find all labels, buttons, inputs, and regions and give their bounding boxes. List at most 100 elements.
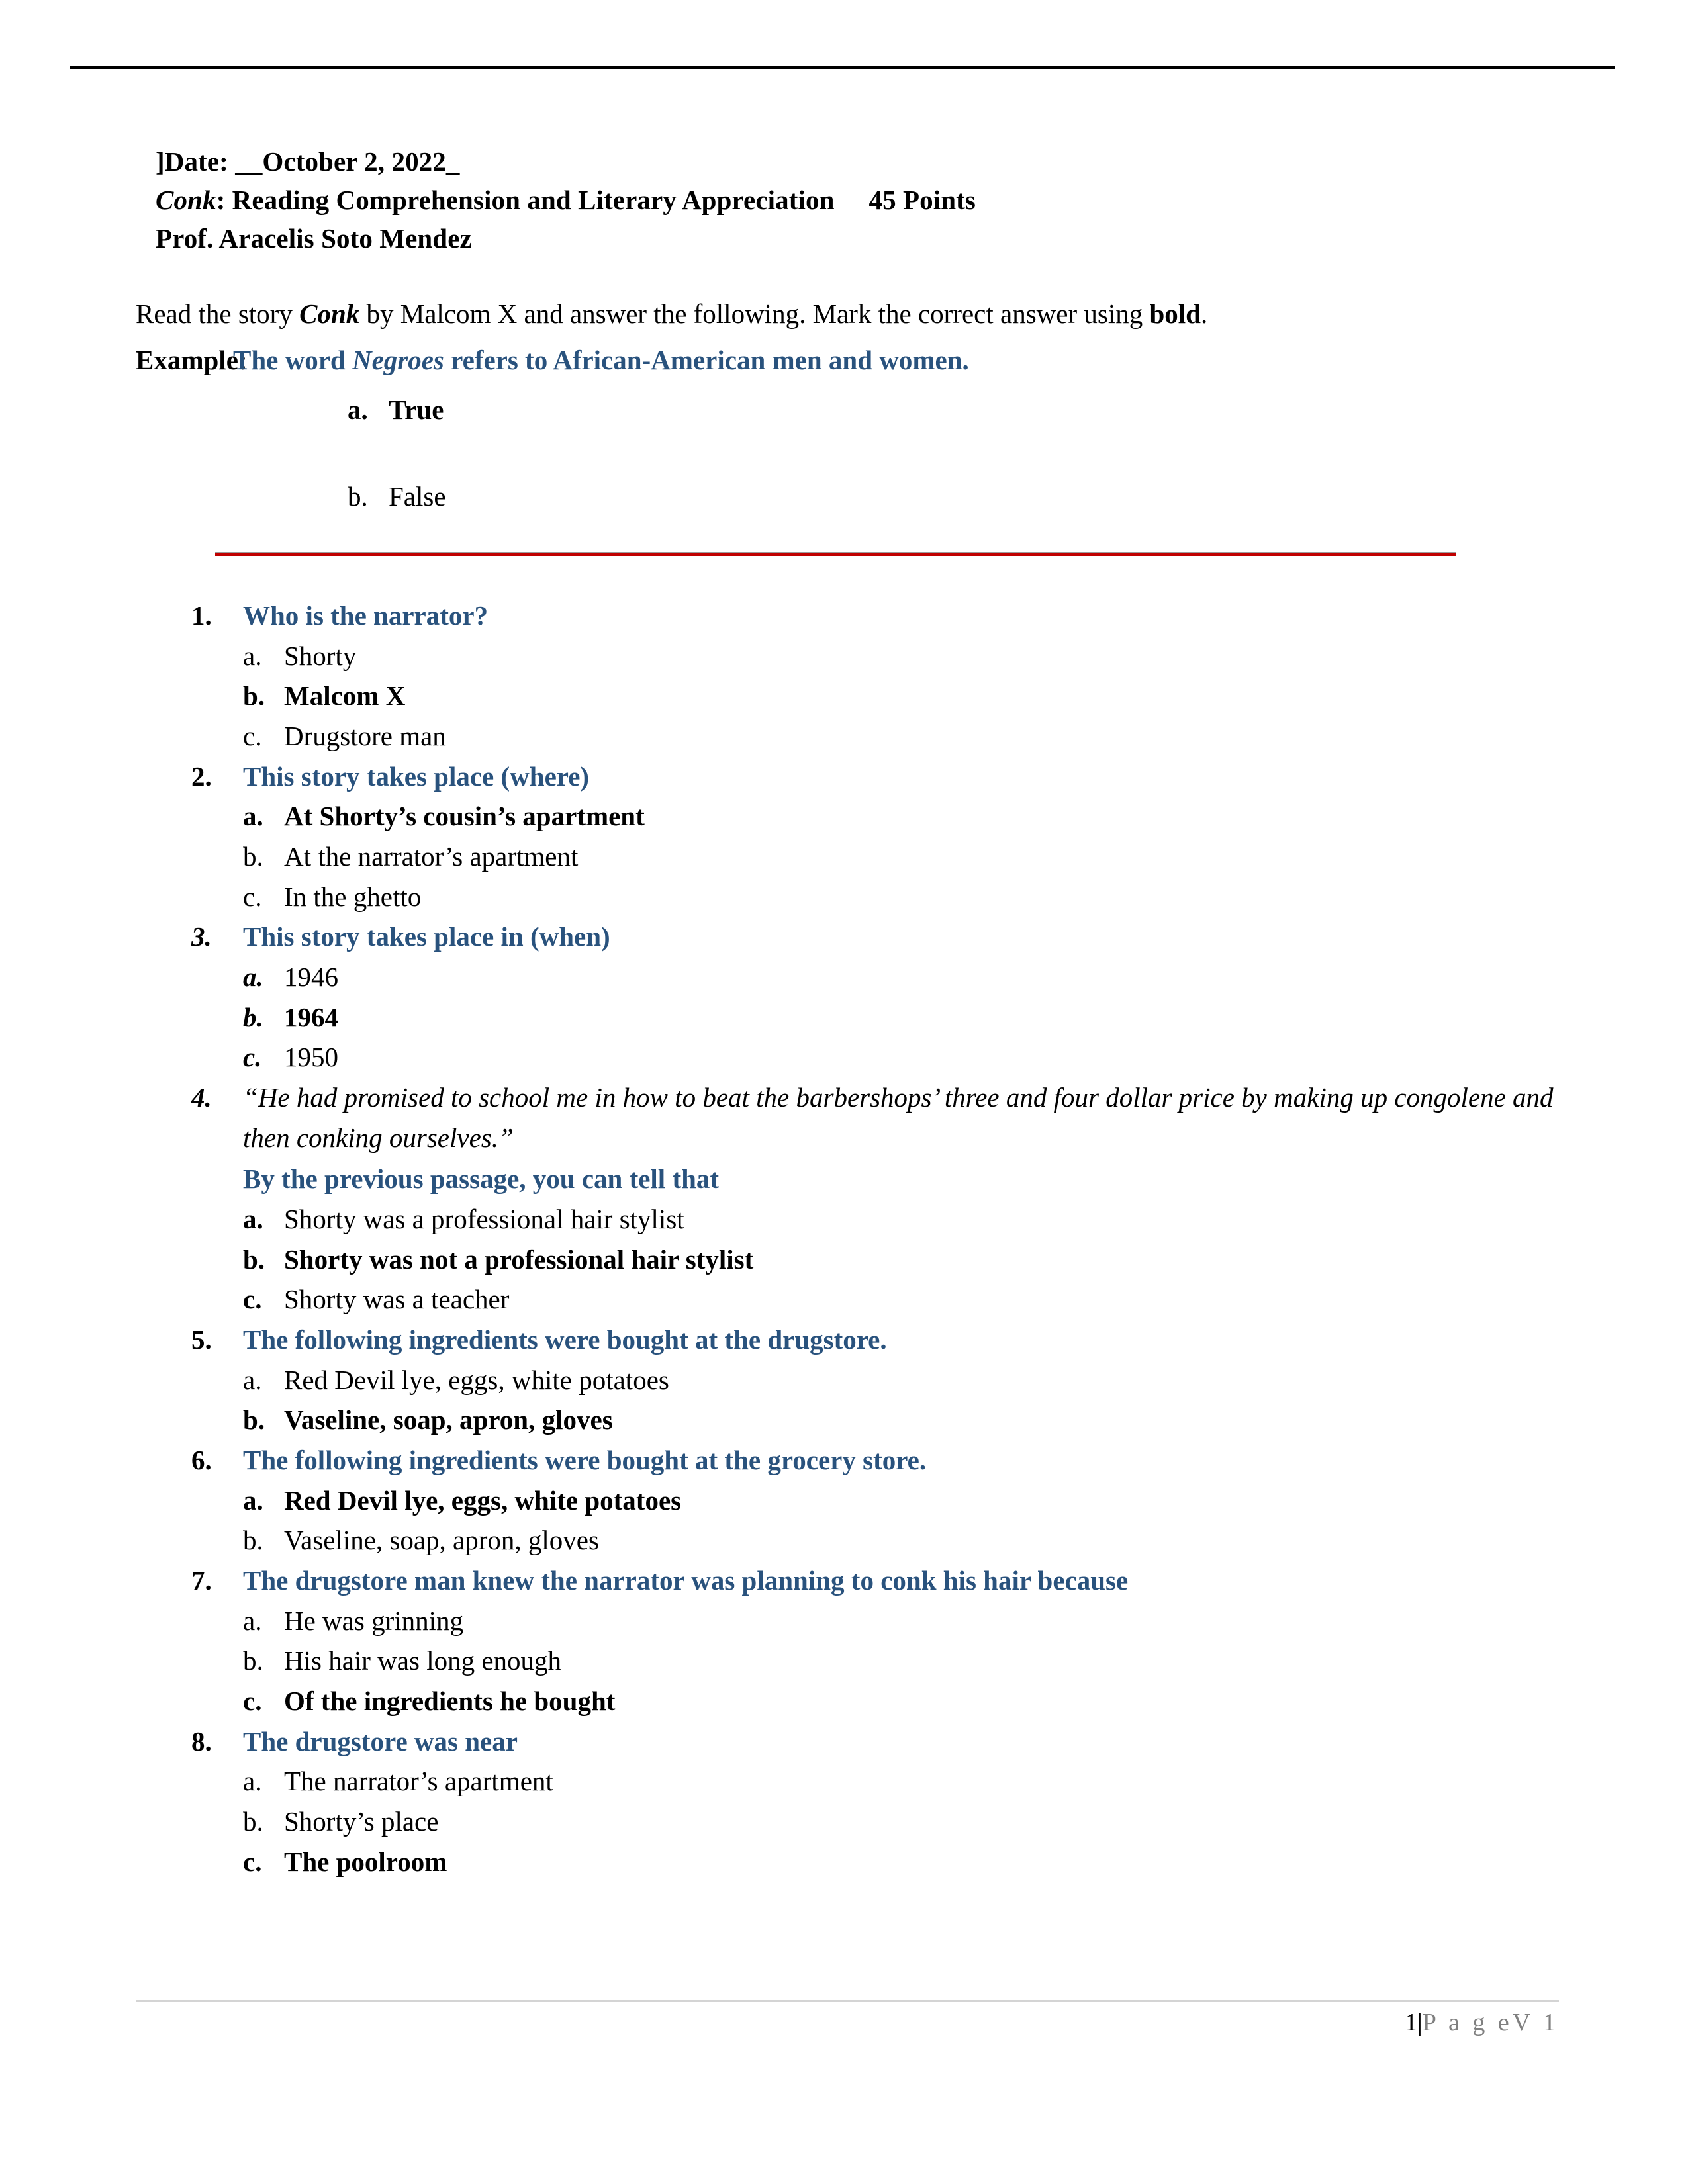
question-1-option-a[interactable]: a. Shorty: [136, 636, 1592, 676]
question-6-option-b-label: Vaseline, soap, apron, gloves: [284, 1525, 599, 1556]
question-4-option-c-marker: c.: [243, 1284, 262, 1315]
question-3-option-a-marker: a.: [243, 962, 263, 993]
question-6-stem: The following ingredients were bought at…: [243, 1445, 927, 1476]
question-7-option-b-marker: b.: [243, 1645, 263, 1676]
question-7-option-b-label: His hair was long enough: [284, 1645, 562, 1676]
footer-divider-rule: [136, 2000, 1559, 2002]
question-1-option-c-marker: c.: [243, 721, 262, 752]
question-8-option-c-marker: c.: [243, 1846, 262, 1877]
question-1-number: 1.: [191, 600, 212, 631]
question-4-option-b[interactable]: b. Shorty was not a professional hair st…: [136, 1240, 1592, 1280]
question-3-option-a[interactable]: a. 1946: [136, 957, 1592, 997]
question-3-option-c[interactable]: c. 1950: [136, 1037, 1592, 1077]
question-7-option-c[interactable]: c. Of the ingredients he bought: [136, 1681, 1592, 1721]
question-3-option-b-marker: b.: [243, 1001, 263, 1032]
question-8-option-b-marker: b.: [243, 1806, 263, 1837]
question-6-option-a[interactable]: a. Red Devil lye, eggs, white potatoes: [136, 1480, 1592, 1521]
example-option-b-label: False: [389, 480, 446, 512]
question-2-option-a-label: At Shorty’s cousin’s apartment: [284, 801, 645, 832]
footer-version: V 1: [1512, 2009, 1559, 2036]
question-5: 5. The following ingredients were bought…: [136, 1320, 1592, 1360]
question-2-option-b[interactable]: b. At the narrator’s apartment: [136, 837, 1592, 877]
section-divider-rule: [215, 552, 1456, 556]
question-8: 8. The drugstore was near: [136, 1721, 1592, 1762]
question-4: 4. “He had promised to school me in how …: [136, 1077, 1592, 1199]
question-6-option-a-label: Red Devil lye, eggs, white potatoes: [284, 1484, 682, 1516]
footer-page-number: 1: [1405, 2009, 1418, 2036]
example-statement-italic-word: Negroes: [352, 345, 444, 376]
question-2-option-c-label: In the ghetto: [284, 881, 422, 912]
question-7-option-c-marker: c.: [243, 1686, 262, 1717]
question-2-option-a-marker: a.: [243, 801, 263, 832]
question-1-option-a-label: Shorty: [284, 640, 357, 671]
question-7-option-a-label: He was grinning: [284, 1605, 464, 1636]
example-option-a-marker: a.: [348, 394, 368, 425]
question-3-stem: This story takes place in (when): [243, 921, 610, 952]
question-8-option-c[interactable]: c. The poolroom: [136, 1842, 1592, 1882]
question-2-number: 2.: [191, 760, 212, 792]
example-row: Example: The word Negroes refers to Afri…: [136, 341, 1579, 380]
question-4-quote: “He had promised to school me in how to …: [243, 1082, 1554, 1153]
example-option-a-label: True: [389, 394, 444, 425]
question-5-option-b[interactable]: b. Vaseline, soap, apron, gloves: [136, 1400, 1592, 1440]
question-1-stem: Who is the narrator?: [243, 600, 489, 631]
question-4-option-a[interactable]: a. Shorty was a professional hair stylis…: [136, 1199, 1592, 1240]
example-statement-prefix: The word: [233, 345, 352, 376]
question-8-option-c-label: The poolroom: [284, 1846, 447, 1877]
question-5-option-a-marker: a.: [243, 1364, 262, 1395]
question-2: 2. This story takes place (where): [136, 756, 1592, 797]
date-line: ]Date: __October 2, 2022_: [156, 146, 460, 177]
course-title-line: Conk: Reading Comprehension and Literary…: [156, 181, 1579, 219]
question-3-option-c-label: 1950: [284, 1042, 338, 1073]
question-3-option-c-marker: c.: [243, 1042, 262, 1073]
question-7-option-b[interactable]: b. His hair was long enough: [136, 1641, 1592, 1681]
question-4-option-a-marker: a.: [243, 1204, 263, 1235]
question-7: 7. The drugstore man knew the narrator w…: [136, 1561, 1592, 1601]
instructions-story-title: Conk: [299, 298, 360, 329]
question-7-number: 7.: [191, 1565, 212, 1596]
question-5-stem: The following ingredients were bought at…: [243, 1324, 887, 1355]
example-option-b[interactable]: b. False: [348, 477, 1579, 516]
question-7-option-c-label: Of the ingredients he bought: [284, 1686, 616, 1717]
points-label: 45 Points: [868, 185, 976, 216]
professor-line: Prof. Aracelis Soto Mendez: [156, 223, 472, 254]
question-6: 6. The following ingredients were bought…: [136, 1440, 1592, 1480]
question-1-option-c-label: Drugstore man: [284, 721, 446, 752]
question-4-option-a-label: Shorty was a professional hair stylist: [284, 1204, 684, 1235]
question-2-option-a[interactable]: a. At Shorty’s cousin’s apartment: [136, 796, 1592, 837]
question-8-option-b[interactable]: b. Shorty’s place: [136, 1801, 1592, 1842]
questions-list: 1. Who is the narrator? a. Shorty b. Mal…: [136, 596, 1592, 1882]
question-4-option-b-label: Shorty was not a professional hair styli…: [284, 1244, 754, 1275]
question-5-option-b-marker: b.: [243, 1404, 265, 1435]
instructions-suffix: .: [1200, 298, 1208, 329]
question-8-option-a[interactable]: a. The narrator’s apartment: [136, 1761, 1592, 1801]
question-8-option-a-marker: a.: [243, 1766, 262, 1797]
question-4-option-c[interactable]: c. Shorty was a teacher: [136, 1279, 1592, 1320]
question-1-option-b[interactable]: b. Malcom X: [136, 676, 1592, 716]
question-1-option-c[interactable]: c. Drugstore man: [136, 716, 1592, 756]
question-8-option-b-label: Shorty’s place: [284, 1806, 439, 1837]
example-option-a[interactable]: a. True: [348, 390, 1579, 430]
question-4-option-c-label: Shorty was a teacher: [284, 1284, 510, 1315]
header-divider-rule: [70, 66, 1615, 69]
question-1-option-b-marker: b.: [243, 680, 265, 711]
question-6-option-b-marker: b.: [243, 1525, 263, 1556]
instructions-prefix: Read the story: [136, 298, 300, 329]
question-1-option-a-marker: a.: [243, 640, 262, 671]
question-5-option-a-label: Red Devil lye, eggs, white potatoes: [284, 1364, 669, 1395]
question-8-option-a-label: The narrator’s apartment: [284, 1766, 553, 1797]
footer-page-word: P a g e: [1422, 2009, 1513, 2036]
question-3-option-a-label: 1946: [284, 962, 338, 993]
question-2-option-c[interactable]: c. In the ghetto: [136, 877, 1592, 917]
question-6-option-b[interactable]: b. Vaseline, soap, apron, gloves: [136, 1520, 1592, 1561]
example-option-b-marker: b.: [348, 480, 368, 512]
question-4-sub-stem: By the previous passage, you can tell th…: [243, 1163, 720, 1195]
example-statement-suffix: refers to African-American men and women…: [444, 345, 969, 376]
instructions-line: Read the story Conk by Malcom X and answ…: [136, 295, 1579, 334]
question-7-option-a[interactable]: a. He was grinning: [136, 1601, 1592, 1641]
course-title-rest: : Reading Comprehension and Literary App…: [216, 185, 835, 216]
question-1-option-b-label: Malcom X: [284, 680, 406, 711]
question-5-option-a[interactable]: a. Red Devil lye, eggs, white potatoes: [136, 1360, 1592, 1400]
page-footer: 1|P a g eV 1: [136, 2008, 1559, 2037]
question-3-option-b[interactable]: b. 1964: [136, 997, 1592, 1038]
